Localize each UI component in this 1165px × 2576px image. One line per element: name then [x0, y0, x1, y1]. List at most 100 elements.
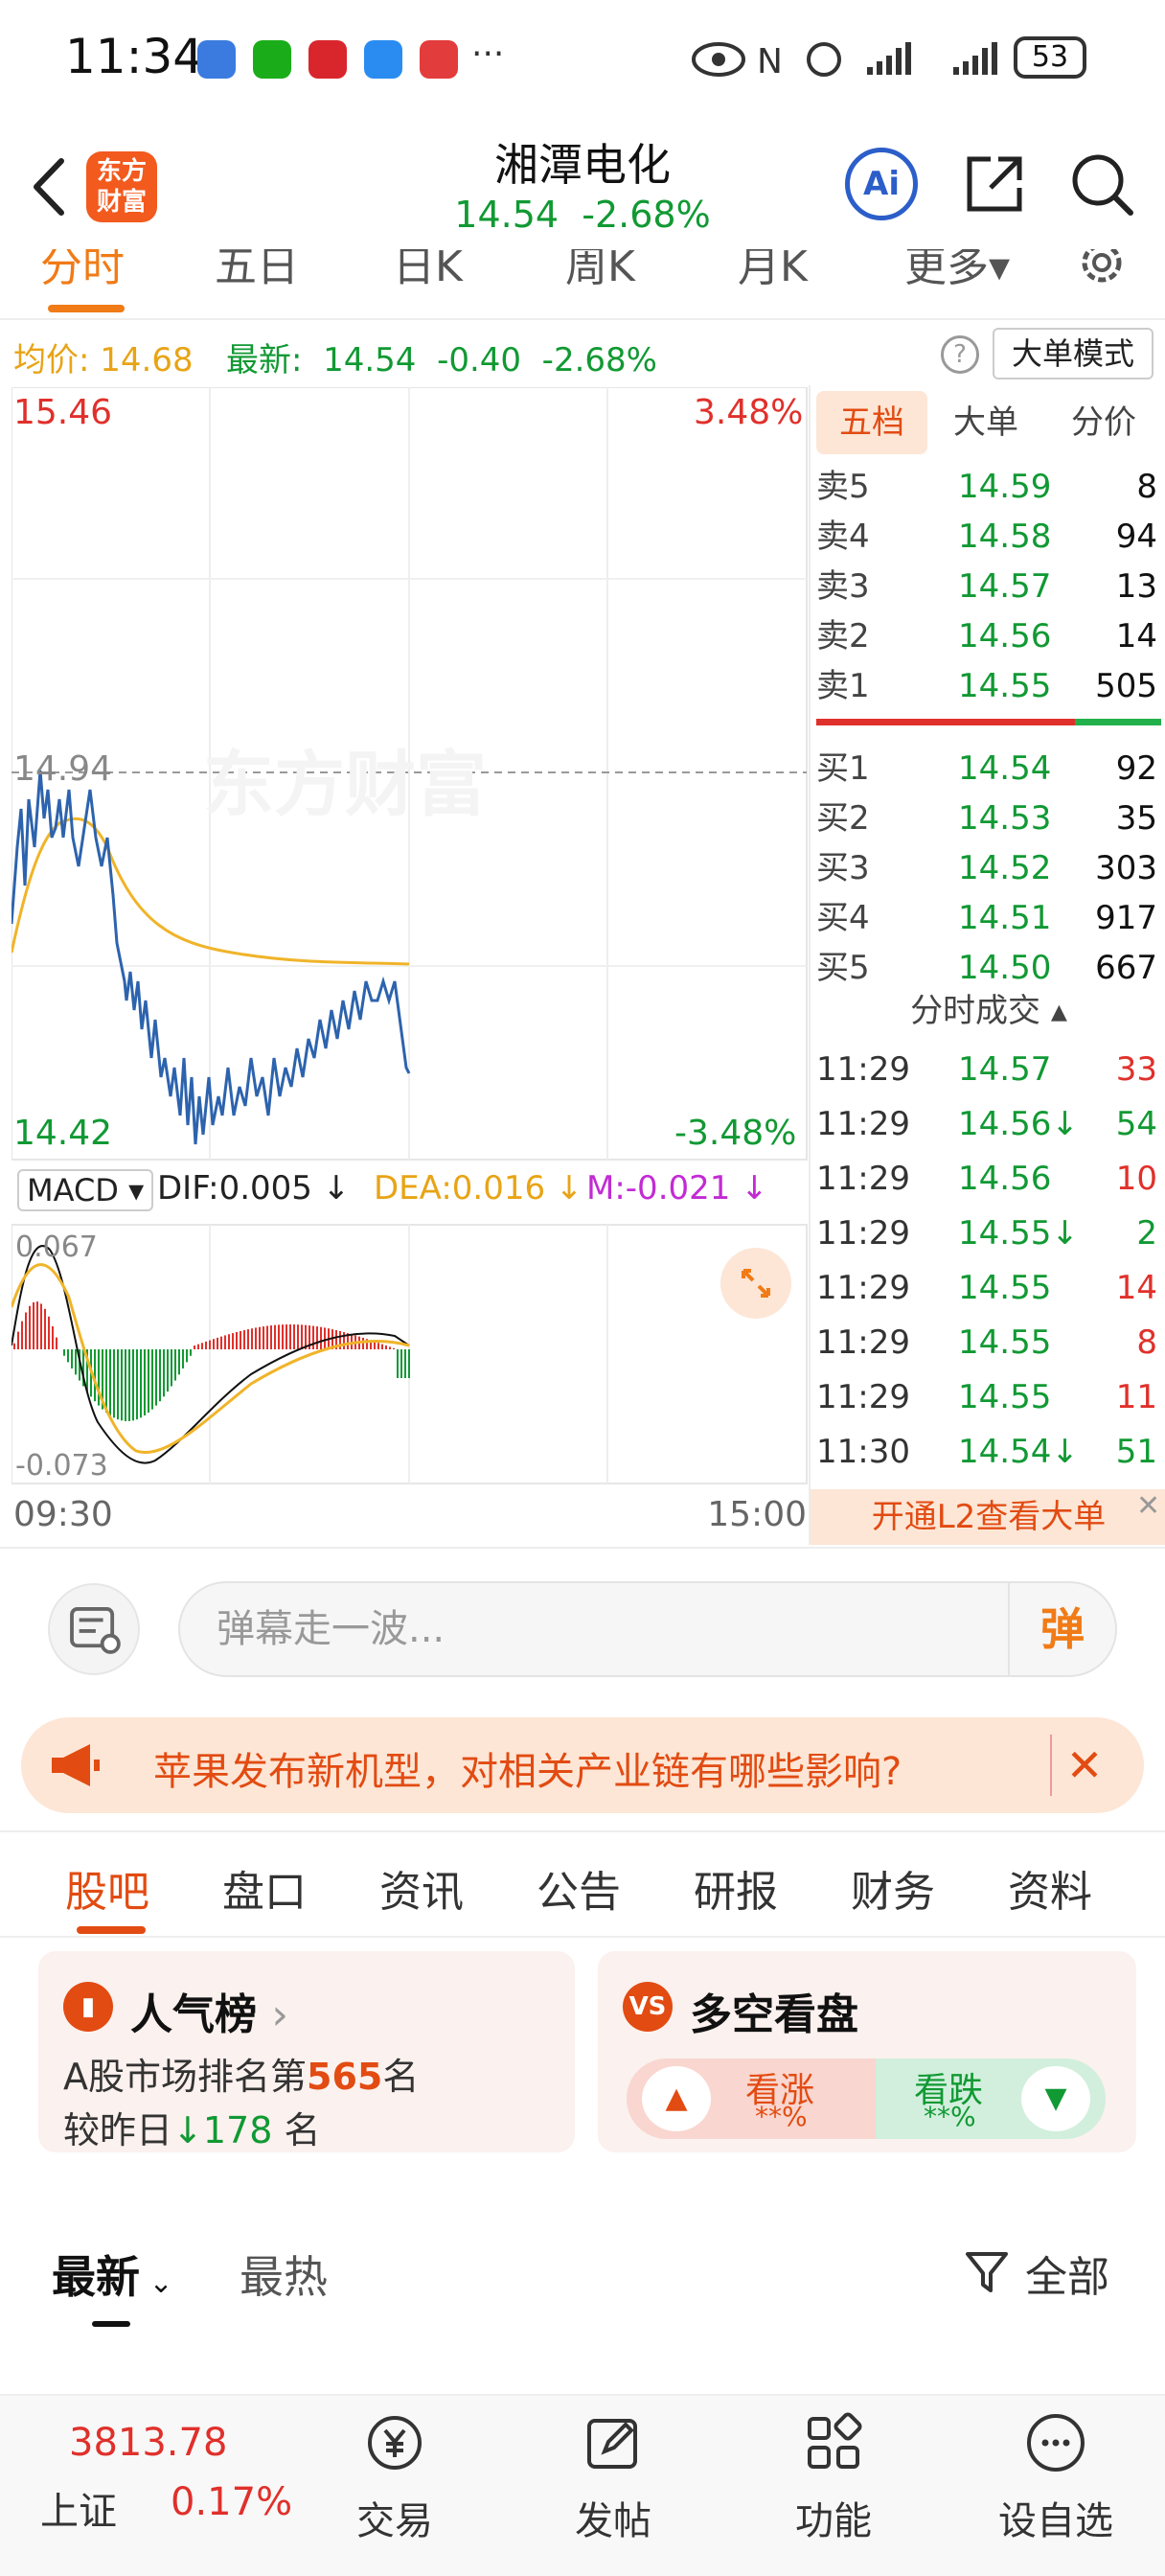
- tab-research[interactable]: 研报: [694, 1857, 778, 1919]
- macd-bar: [21, 1321, 23, 1349]
- popularity-card[interactable]: ▮ 人气榜 › A股市场排名第565名 较昨日↓178 名: [38, 1951, 575, 2152]
- bid-row[interactable]: 买5 14.50 667: [811, 943, 1165, 993]
- bid-row[interactable]: 买1 14.54 92: [811, 744, 1165, 794]
- nav-post[interactable]: 发帖: [537, 2411, 690, 2545]
- tab-price-distribution[interactable]: 分价: [1048, 391, 1159, 454]
- index-name[interactable]: 上证: [40, 2480, 117, 2536]
- trade-time: 11:29: [816, 1269, 910, 1307]
- tab-big-orders[interactable]: 大单: [933, 391, 1039, 454]
- nav-trade[interactable]: 交易: [318, 2411, 471, 2545]
- tab-news[interactable]: 资讯: [379, 1857, 464, 1919]
- trade-time: 11:30: [816, 1433, 910, 1471]
- tab-day-k[interactable]: 日K: [393, 249, 463, 293]
- macd-bar: [194, 1346, 195, 1349]
- yen-icon: [368, 2416, 422, 2470]
- macd-bar: [155, 1349, 157, 1406]
- macd-bar: [75, 1349, 77, 1375]
- macd-bar: [408, 1349, 410, 1378]
- filter-icon[interactable]: [964, 2248, 1012, 2296]
- chat-app-icon: [364, 40, 402, 79]
- down-triangle-icon[interactable]: ▼: [1021, 2066, 1090, 2131]
- battery-icon: 53: [1014, 36, 1086, 79]
- tab-announcements[interactable]: 公告: [537, 1857, 621, 1919]
- macd-bar: [393, 1347, 395, 1349]
- trade-price: 14.54↓: [958, 1433, 1079, 1471]
- trades-header[interactable]: 分时成交 ▴: [811, 987, 1165, 1035]
- intraday-chart[interactable]: 东方财富 15.46 3.48% 14.94 14.42 -3.48% MACD…: [0, 385, 809, 1545]
- macd-bar: [167, 1349, 169, 1392]
- bid-row[interactable]: 买2 14.53 35: [811, 794, 1165, 843]
- news-banner[interactable]: 苹果发布新机型，对相关产业链有哪些影响? ✕: [21, 1717, 1144, 1813]
- macd-bar: [205, 1341, 207, 1349]
- latest-change: -0.40: [437, 341, 522, 380]
- danmaku-input[interactable]: 弹幕走一波...: [178, 1581, 1117, 1677]
- macd-bar: [243, 1329, 245, 1349]
- status-time: 11:34: [65, 29, 204, 84]
- level-price: 14.54: [958, 749, 1052, 788]
- close-icon[interactable]: ✕: [1050, 1735, 1117, 1796]
- level-volume: 303: [1095, 849, 1157, 887]
- sort-hot[interactable]: 最热: [240, 2242, 328, 2306]
- help-icon[interactable]: ?: [941, 335, 979, 374]
- stock-header: 东方财富 湘潭电化 14.54 -2.68% Ai: [0, 115, 1165, 249]
- bid-row[interactable]: 买3 14.52 303: [811, 843, 1165, 893]
- bid-row[interactable]: 买4 14.51 917: [811, 893, 1165, 943]
- ai-assistant-icon[interactable]: Ai: [845, 148, 918, 220]
- filter-all[interactable]: 全部: [1025, 2242, 1109, 2304]
- danmaku-settings-icon[interactable]: [48, 1583, 140, 1675]
- tab-five-levels[interactable]: 五档: [816, 391, 927, 454]
- chevron-down-icon: ⌄: [140, 2266, 173, 2300]
- tab-finance[interactable]: 财务: [851, 1857, 935, 1919]
- ask-row[interactable]: 卖3 14.57 13: [811, 562, 1165, 611]
- up-triangle-icon[interactable]: ▲: [642, 2066, 711, 2131]
- expand-icon[interactable]: [720, 1248, 791, 1319]
- close-icon[interactable]: ✕: [1136, 1489, 1165, 1528]
- ask-row[interactable]: 卖1 14.55 505: [811, 661, 1165, 711]
- macd-bar: [209, 1340, 211, 1349]
- ask-row[interactable]: 卖5 14.59 8: [811, 462, 1165, 512]
- level-label: 买2: [816, 799, 870, 838]
- tab-intraday[interactable]: 分时: [40, 249, 125, 293]
- down-arrow-icon: ↓: [172, 2109, 203, 2151]
- indicator-select[interactable]: MACD ▾: [17, 1169, 154, 1211]
- trade-time: 11:29: [816, 1323, 910, 1362]
- macd-bar: [190, 1349, 192, 1356]
- index-change[interactable]: 0.17%: [171, 2480, 292, 2524]
- macd-bar: [274, 1324, 276, 1349]
- tab-handicap[interactable]: 盘口: [222, 1857, 307, 1919]
- search-icon[interactable]: [1067, 150, 1136, 218]
- macd-bar: [25, 1312, 27, 1349]
- tab-month-k[interactable]: 月K: [738, 249, 808, 293]
- tab-more[interactable]: 更多▾: [904, 249, 1010, 293]
- level-label: 卖5: [816, 468, 870, 506]
- nav-functions[interactable]: 功能: [757, 2411, 910, 2545]
- big-order-mode-button[interactable]: 大单模式: [993, 328, 1154, 380]
- sentiment-card: VS 多空看盘 ▲ 看涨 **% 看跌 **% ▼: [598, 1951, 1136, 2152]
- macd-bar: [63, 1349, 65, 1356]
- ask-row[interactable]: 卖2 14.56 14: [811, 611, 1165, 661]
- ask-row[interactable]: 卖4 14.58 94: [811, 512, 1165, 562]
- trade-volume: 11: [1115, 1378, 1157, 1416]
- macd-bar: [174, 1349, 176, 1381]
- more-icon: [1027, 2414, 1085, 2472]
- share-icon[interactable]: [960, 150, 1029, 218]
- l2-upgrade-banner[interactable]: 开通L2查看大单: [811, 1489, 1165, 1545]
- tab-forum[interactable]: 股吧: [65, 1857, 149, 1919]
- tab-underline: [77, 1926, 146, 1934]
- tab-week-k[interactable]: 周K: [565, 249, 635, 293]
- sort-latest[interactable]: 最新 ⌄: [52, 2242, 173, 2306]
- tab-five-day[interactable]: 五日: [215, 249, 299, 293]
- sentiment-title: 多空看盘: [690, 1990, 858, 2039]
- back-icon[interactable]: [27, 153, 75, 220]
- index-value[interactable]: 3813.78: [69, 2421, 227, 2465]
- chart-watermark: 东方财富: [203, 744, 487, 826]
- level-label: 卖3: [816, 567, 870, 606]
- macd-bar: [186, 1349, 188, 1363]
- danmaku-send-button[interactable]: 弹: [1008, 1583, 1115, 1675]
- chart-canvas: 东方财富: [11, 387, 808, 1484]
- tab-profile[interactable]: 资料: [1008, 1857, 1092, 1919]
- megaphone-icon: [52, 1744, 100, 1786]
- settings-icon[interactable]: [1075, 249, 1129, 289]
- nav-add-watchlist[interactable]: 设自选: [979, 2411, 1132, 2545]
- macd-bar: [140, 1349, 142, 1418]
